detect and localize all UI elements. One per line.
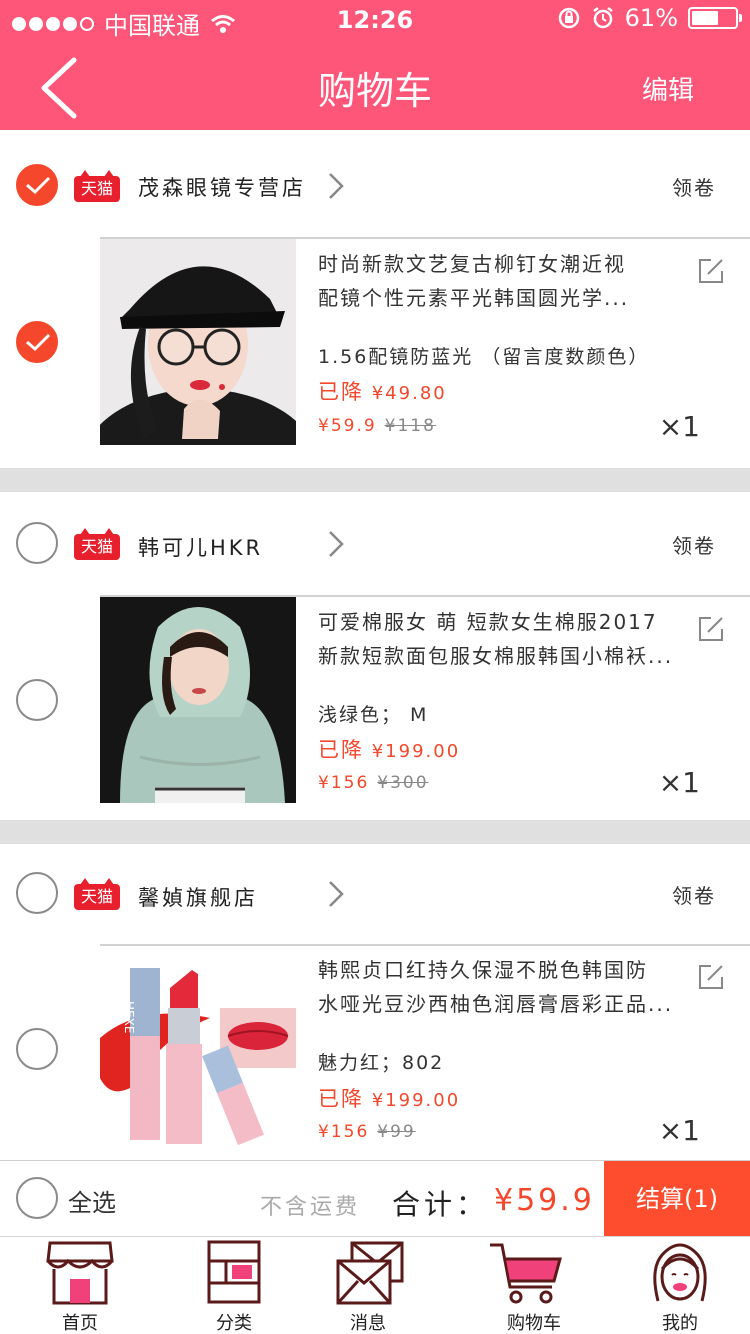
page-title: 购物车 [317, 69, 432, 113]
product-spec: 浅绿色； M [318, 704, 429, 726]
discount-info: 已降 ¥49.80 [318, 376, 447, 406]
original-price: ¥118 [384, 416, 436, 436]
product-image[interactable] [100, 597, 296, 803]
battery-icon [688, 7, 742, 29]
select-all-label[interactable]: 全选 [68, 1183, 116, 1218]
tab-label: 分类 [216, 1313, 252, 1334]
chevron-right-icon[interactable] [326, 170, 346, 202]
chevron-right-icon[interactable] [326, 528, 346, 560]
tab-profile[interactable]: 我的 [630, 1237, 730, 1334]
tab-category[interactable]: 分类 [184, 1237, 284, 1334]
price-info: ¥59.9 ¥118 [318, 416, 436, 436]
store-header: 天猫 馨媜旗舰店 领卷 [0, 844, 750, 952]
section-separator [0, 468, 750, 492]
tab-label: 首页 [62, 1313, 98, 1334]
discount-label: 已降 [318, 1087, 364, 1111]
edit-item-icon[interactable] [696, 962, 726, 992]
alarm-icon [592, 7, 613, 29]
checkout-button[interactable]: 结算(1) [604, 1161, 750, 1237]
tab-bar: 首页 分类 消息 购物车 我的 [0, 1236, 750, 1334]
current-price: ¥156 [318, 1122, 370, 1142]
tab-label: 消息 [350, 1313, 386, 1334]
quantity: ×1 [658, 1114, 700, 1147]
store-header: 天猫 韩可儿HKR 领卷 [0, 492, 750, 600]
tmall-badge: 天猫 [74, 170, 120, 202]
rotation-lock-icon [558, 7, 579, 29]
item-checkbox[interactable] [16, 1028, 58, 1070]
discount-info: 已降 ¥199.00 [318, 1083, 460, 1113]
product-title-line1[interactable]: 时尚新款文艺复古柳钉女潮近视 [318, 248, 718, 281]
select-all-checkbox[interactable] [16, 1177, 58, 1219]
cart-icon [490, 1243, 562, 1304]
store-header: 天猫 茂森眼镜专营店 领卷 [0, 132, 750, 240]
coupon-button[interactable]: 领卷 [672, 530, 716, 559]
status-right: 61% [557, 4, 742, 32]
store-checkbox[interactable] [16, 872, 58, 914]
edit-item-icon[interactable] [696, 256, 726, 286]
product-image[interactable] [100, 239, 296, 445]
message-icon [336, 1241, 404, 1305]
quantity: ×1 [658, 766, 700, 799]
tab-messages[interactable]: 消息 [318, 1237, 418, 1334]
discount-amount: ¥199.00 [371, 741, 461, 762]
shipping-note: 不含运费 [260, 1195, 361, 1220]
item-checkbox[interactable] [16, 679, 58, 721]
section-separator [0, 820, 750, 844]
total-label: 合计： [392, 1188, 489, 1221]
product-title-line1[interactable]: 韩熙贞口红持久保湿不脱色韩国防 [318, 954, 718, 987]
total-value: ¥59.9 [494, 1183, 595, 1218]
store-name[interactable]: 韩可儿HKR [138, 532, 263, 562]
discount-amount: ¥199.00 [371, 1090, 461, 1111]
edit-item-icon[interactable] [696, 614, 726, 644]
category-icon [207, 1240, 261, 1304]
chevron-right-icon[interactable] [326, 878, 346, 910]
product-image[interactable]: HEXE [100, 948, 296, 1158]
coupon-button[interactable]: 领卷 [672, 880, 716, 909]
tab-label: 购物车 [507, 1313, 561, 1334]
tmall-badge: 天猫 [74, 528, 120, 560]
edit-button[interactable]: 编辑 [642, 70, 694, 107]
product-spec: 魅力红；802 [318, 1052, 445, 1074]
price-info: ¥156 ¥300 [318, 773, 429, 793]
coupon-button[interactable]: 领卷 [672, 172, 716, 201]
product-title-line1[interactable]: 可爱棉服女 萌 短款女生棉服2017 [318, 606, 718, 639]
original-price: ¥99 [377, 1122, 416, 1142]
checkout-bar: 全选 不含运费 合计： ¥59.9 结算(1) [0, 1160, 750, 1237]
store-checkbox[interactable] [16, 164, 58, 206]
discount-info: 已降 ¥199.00 [318, 734, 460, 764]
tab-cart[interactable]: 购物车 [484, 1237, 584, 1334]
product-title-line2[interactable]: 配镜个性元素平光韩国圆光学... [318, 282, 718, 315]
home-store-icon [46, 1241, 114, 1305]
discount-amount: ¥49.80 [371, 383, 447, 404]
header: 中国联通 12:26 61% 购物车 编辑 [0, 0, 750, 130]
store-name[interactable]: 馨媜旗舰店 [138, 882, 258, 912]
tab-home[interactable]: 首页 [30, 1237, 130, 1334]
current-price: ¥156 [318, 773, 370, 793]
divider [100, 944, 750, 946]
discount-label: 已降 [318, 738, 364, 762]
product-title-line2[interactable]: 水哑光豆沙西柚色润唇膏唇彩正品... [318, 988, 718, 1021]
product-spec: 1.56配镜防蓝光 （留言度数颜色） [318, 346, 650, 368]
store-name[interactable]: 茂森眼镜专营店 [138, 172, 306, 202]
item-checkbox[interactable] [16, 321, 58, 363]
status-bar: 中国联通 12:26 61% [0, 0, 750, 42]
tmall-badge: 天猫 [74, 878, 120, 910]
battery-percent: 61% [624, 4, 678, 32]
svg-text:HEXE: HEXE [122, 1001, 136, 1033]
original-price: ¥300 [377, 773, 429, 793]
price-info: ¥156 ¥99 [318, 1122, 416, 1142]
profile-icon [653, 1243, 707, 1302]
current-price: ¥59.9 [318, 416, 377, 436]
quantity: ×1 [658, 410, 700, 443]
store-checkbox[interactable] [16, 522, 58, 564]
nav-bar: 购物车 编辑 [0, 42, 750, 130]
tab-label: 我的 [662, 1313, 698, 1334]
product-title-line2[interactable]: 新款短款面包服女棉服韩国小棉袄... [318, 640, 718, 673]
discount-label: 已降 [318, 380, 364, 404]
